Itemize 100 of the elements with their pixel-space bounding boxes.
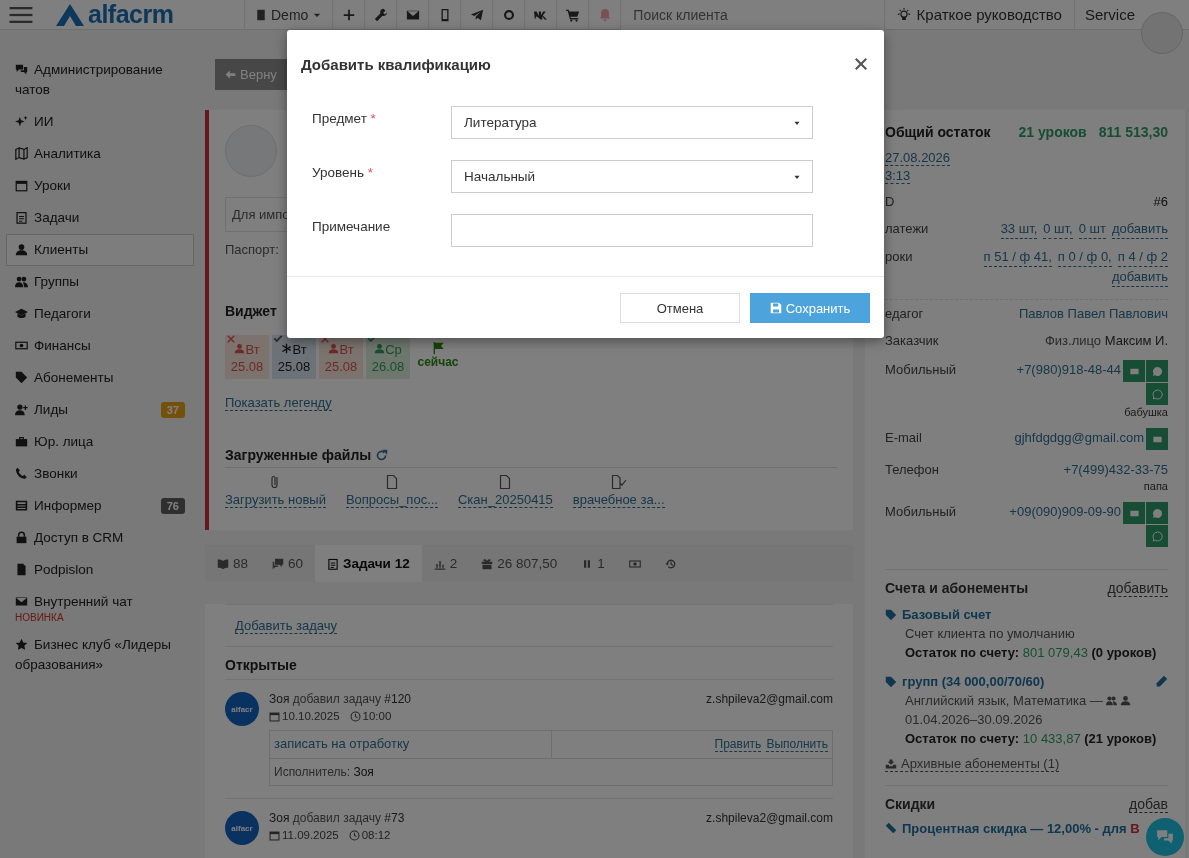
user-menu[interactable]: Service <box>1073 0 1141 30</box>
speech-bubble-icon <box>1151 365 1163 377</box>
history-icon <box>664 557 677 570</box>
field-label: Телефон <box>885 461 939 479</box>
discount-link[interactable]: Процентная скидка — 12,00% - для В <box>902 820 1140 836</box>
legend-link[interactable]: Показать легенду <box>225 395 332 411</box>
email-text: z.shpileva2@gmail.com <box>706 811 833 825</box>
time-link[interactable]: 3:13 <box>885 168 911 184</box>
lessons-total: 21 уроков <box>1018 124 1087 140</box>
document-icon <box>15 563 28 576</box>
sidebar-item[interactable]: Доступ в CRM <box>6 522 194 554</box>
file-link[interactable]: врачебное за... <box>572 492 665 508</box>
sms-button[interactable] <box>1123 360 1145 382</box>
account-description: Английский язык, Математика — <box>905 693 1103 708</box>
sidebar-item[interactable]: Юр. лица <box>6 426 194 458</box>
sidebar-item[interactable]: Абонементы <box>6 362 194 394</box>
clipboard-icon <box>15 211 28 224</box>
account-description: Счет клиента по умолчанию <box>905 626 1075 641</box>
phone-link[interactable]: +7(980)918-48-44 <box>1016 360 1121 379</box>
save-button[interactable]: Сохранить <box>750 293 870 323</box>
briefcase-icon <box>15 435 28 448</box>
balance-title: Общий остаток <box>885 124 991 140</box>
sidebar-item[interactable]: Бизнес клуб «Лидеры образования» <box>6 629 194 681</box>
sidebar-item[interactable]: Задачи <box>6 202 194 234</box>
sms-button[interactable] <box>1123 502 1145 524</box>
cancel-button[interactable]: Отмена <box>620 293 740 323</box>
archive-link[interactable]: Архивные абонементы (1) <box>885 756 1060 772</box>
task-time: 10:00 <box>349 710 392 722</box>
count-link[interactable]: п 51 / ф 41, <box>983 247 1052 267</box>
add-link[interactable]: добавить <box>1111 219 1168 239</box>
sidebar-item[interactable]: Podpislon <box>6 554 194 586</box>
bell-icon <box>597 7 612 22</box>
count-link[interactable]: 33 шт, <box>1000 219 1038 239</box>
add-task-link[interactable]: Добавить задачу <box>235 618 338 634</box>
sidebar-item[interactable]: Аналитика <box>6 138 194 170</box>
count-link[interactable]: 0 шт <box>1078 219 1106 239</box>
whatsapp-button[interactable] <box>1146 502 1168 524</box>
sidebar-item[interactable]: Информер 76 <box>6 490 194 522</box>
add-link[interactable]: добавить <box>1111 267 1168 287</box>
sidebar-item[interactable]: ИИ <box>6 106 194 138</box>
count-link[interactable]: п 4 / ф 2 <box>1117 247 1168 267</box>
task-author-text: Зоя добавил задачу #73 <box>269 811 405 825</box>
person-plus-icon <box>15 403 28 416</box>
date-link[interactable]: 27.08.2026 <box>885 150 951 166</box>
phone-icon <box>15 467 28 480</box>
gift-icon <box>481 557 494 570</box>
lesson-chip[interactable]: Ср 26.08 <box>366 335 410 379</box>
lesson-chip[interactable]: Вт 25.08 <box>319 335 363 379</box>
field-label: Примечание <box>312 219 392 234</box>
sidebar-item[interactable]: Группы <box>6 266 194 298</box>
select-field[interactable]: Начальный <box>451 160 813 193</box>
tab[interactable]: Задачи 12 <box>315 545 422 582</box>
sidebar-item[interactable]: Администрирование чатов <box>6 54 194 106</box>
field-label: роки <box>885 248 913 266</box>
teacher-link[interactable]: Павлов Павел Павлович <box>1018 304 1168 323</box>
person-icon <box>15 243 28 256</box>
sidebar-item[interactable]: Внутренний чат НОВИНКА <box>6 586 194 629</box>
refresh-icon <box>375 448 389 462</box>
add-link[interactable]: добавить <box>1107 580 1168 597</box>
people-icon <box>1105 695 1117 706</box>
speech-bubble-icon <box>1151 507 1163 519</box>
branch-selector[interactable]: Demo <box>244 0 333 30</box>
count-link[interactable]: п 0 / ф 0, <box>1057 247 1112 267</box>
viber-button[interactable] <box>1146 525 1168 547</box>
account-link[interactable]: Базовый счет <box>902 607 992 622</box>
lesson-chip[interactable]: Вт 25.08 <box>225 335 269 379</box>
note-field[interactable] <box>451 214 813 247</box>
ticket-icon <box>885 822 897 834</box>
select-field[interactable]: Литература <box>451 106 813 139</box>
sidebar-item[interactable]: Лиды 37 <box>6 394 194 426</box>
sidebar-item[interactable]: Звонки <box>6 458 194 490</box>
send-email-button[interactable] <box>1146 428 1168 450</box>
avatar-circle[interactable] <box>1141 12 1183 54</box>
lesson-chip[interactable]: Вт 25.08 <box>272 335 316 379</box>
file-link[interactable]: Загрузить новый <box>225 492 326 508</box>
email-link[interactable]: gjhfdgdgg@gmail.com <box>1014 428 1144 447</box>
list-icon <box>15 499 28 512</box>
search-field[interactable]: Поиск клиента <box>620 0 884 30</box>
count-link[interactable]: 0 шт, <box>1043 219 1073 239</box>
account-balance: Остаток по счету: 801 079,43 (0 уроков) <box>904 645 1158 660</box>
account-link[interactable]: групп (34 000,00/70/60) <box>902 674 1045 689</box>
phone-link[interactable]: +09(090)909-09-90 <box>1009 502 1121 521</box>
phone-link[interactable]: +7(499)432-33-75 <box>1063 460 1168 479</box>
edit-link[interactable]: Править <box>714 737 762 752</box>
complete-link[interactable]: Выполнить <box>766 737 828 752</box>
sidebar-item[interactable]: Финансы <box>6 330 194 362</box>
count-badge: 37 <box>160 402 185 418</box>
files-title: Загруженные файлы <box>225 447 372 463</box>
whatsapp-button[interactable] <box>1146 360 1168 382</box>
file-link[interactable]: Вопросы_пос... <box>345 492 438 508</box>
guide-link[interactable]: Краткое руководство <box>883 0 1074 30</box>
tag-icon <box>885 608 897 621</box>
floppy-icon <box>769 302 782 314</box>
viber-button[interactable] <box>1146 383 1168 405</box>
file-link[interactable]: Скан_20250415 <box>458 492 553 508</box>
add-link[interactable]: добав <box>1129 795 1168 813</box>
sidebar-item[interactable]: Клиенты <box>6 234 194 266</box>
calendar-icon <box>269 829 280 841</box>
sidebar-item[interactable]: Педагоги <box>6 298 194 330</box>
sidebar-item[interactable]: Уроки <box>6 170 194 202</box>
